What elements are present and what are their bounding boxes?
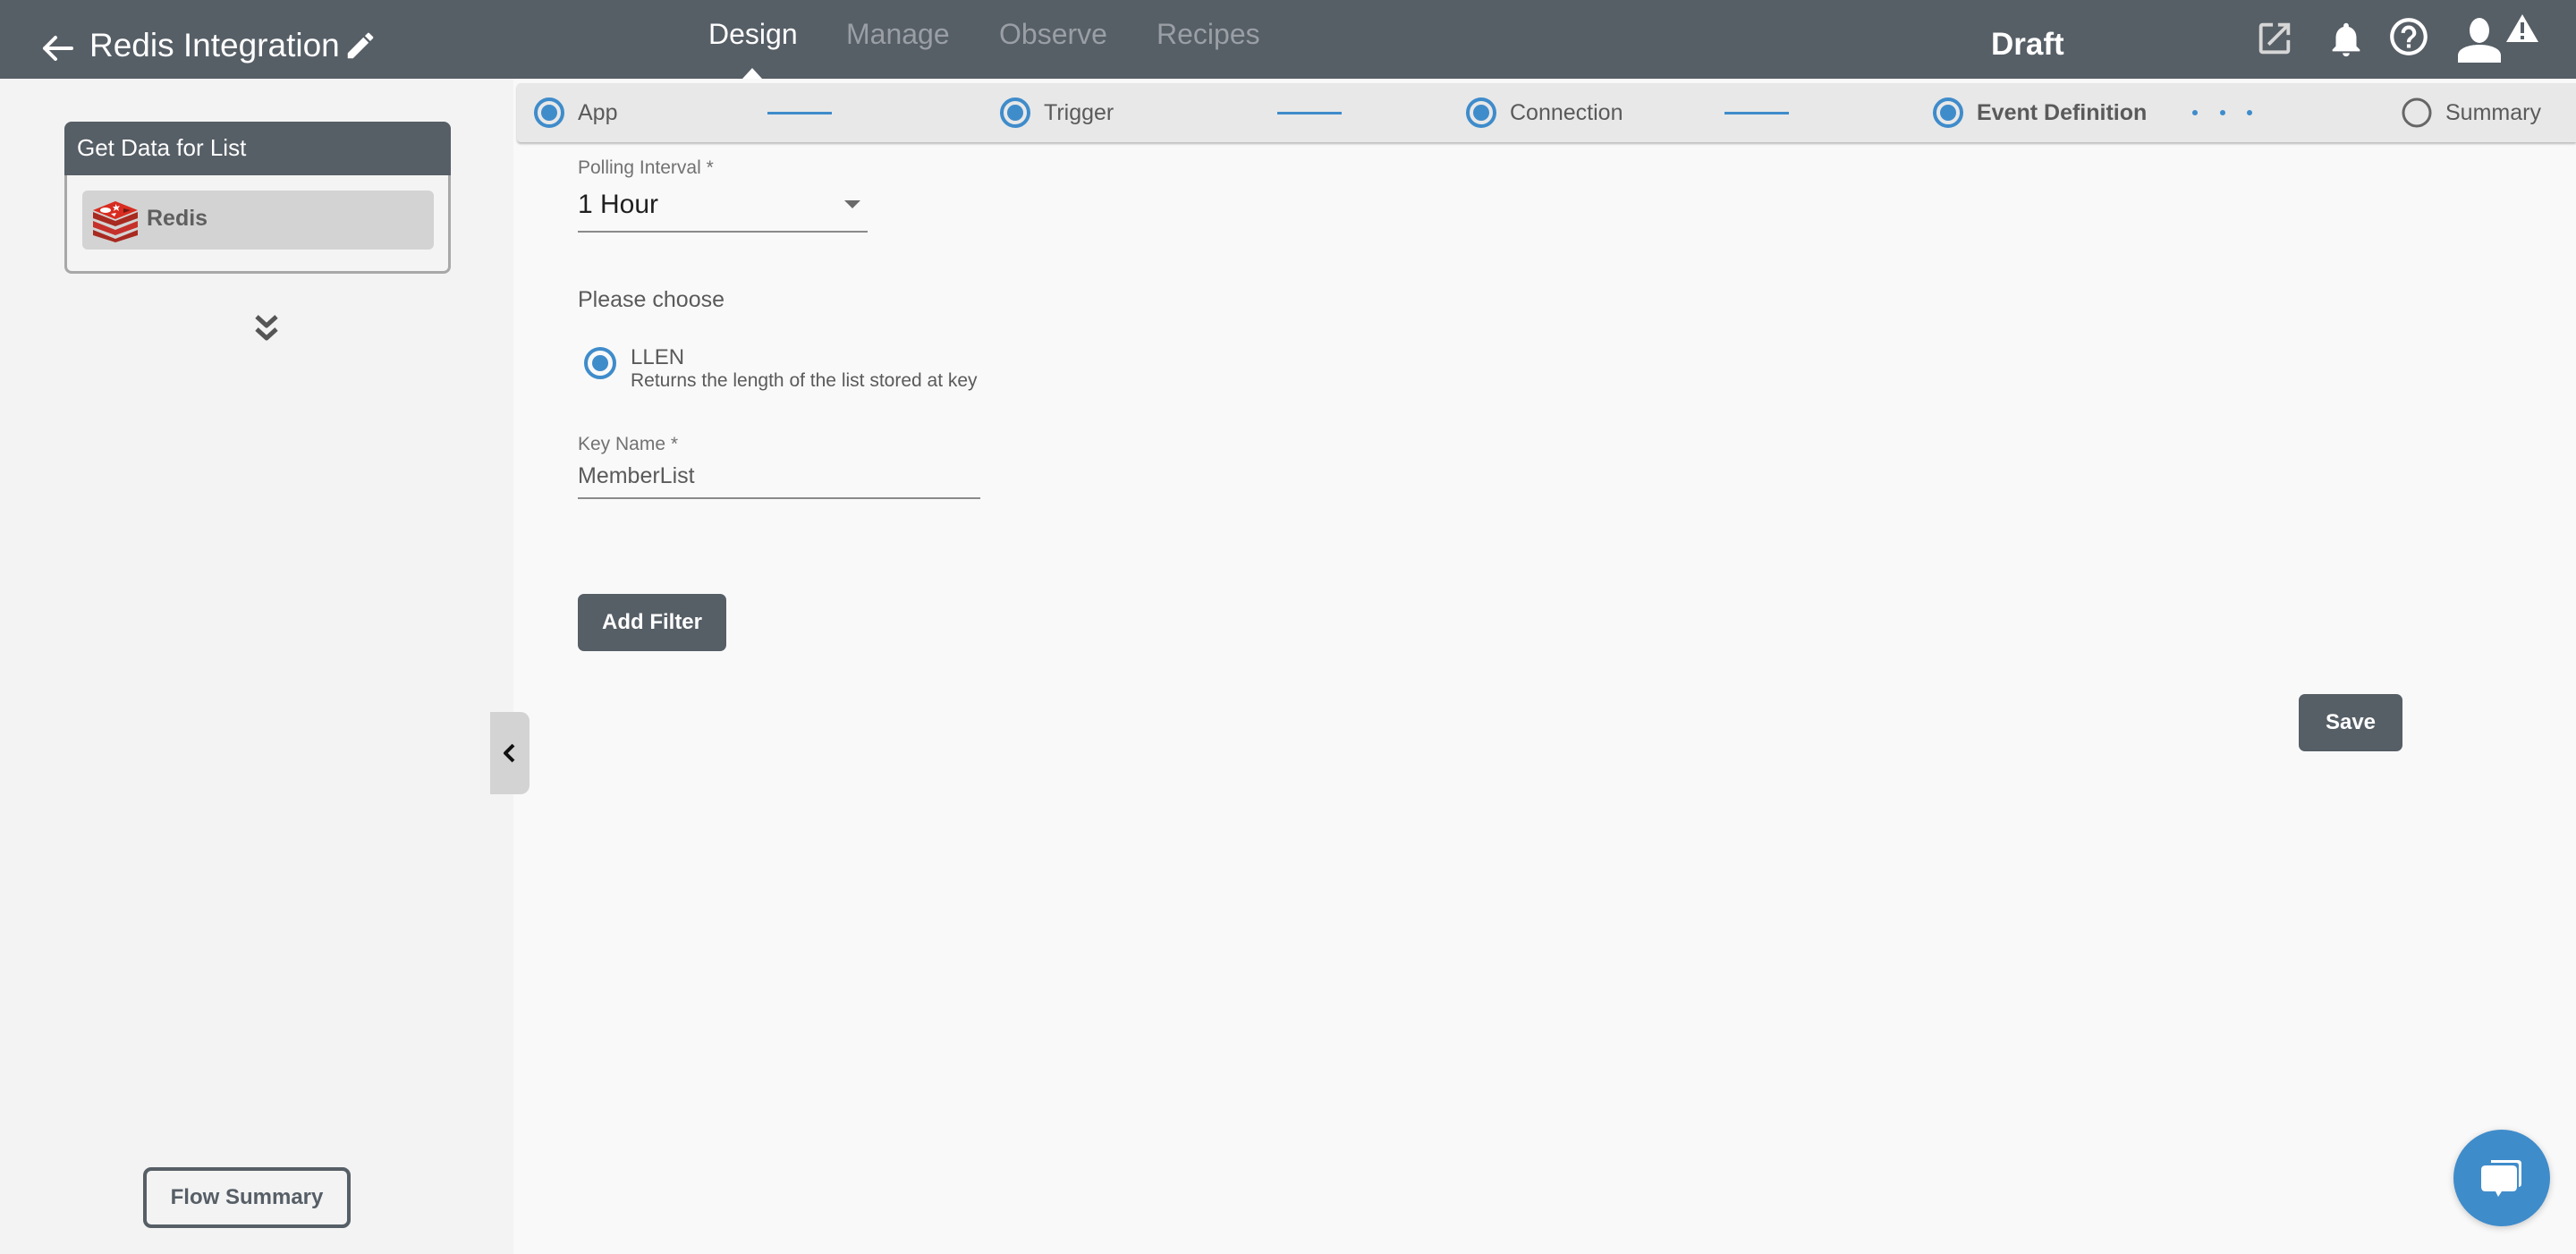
tab-design[interactable]: Design xyxy=(708,18,798,51)
tab-observe[interactable]: Observe xyxy=(999,18,1107,51)
step-label: Trigger xyxy=(1044,99,1114,125)
chat-bubbles-icon xyxy=(2481,1160,2521,1197)
polling-interval-label: Polling Interval * xyxy=(578,157,714,178)
step-connection[interactable]: Connection xyxy=(1465,83,1623,142)
key-name-label: Key Name * xyxy=(578,434,679,454)
app-title: Redis Integration xyxy=(89,27,340,64)
active-tab-indicator xyxy=(742,68,762,79)
chevron-left-icon xyxy=(504,743,515,763)
status-label: Draft xyxy=(1991,27,2064,62)
step-complete-icon xyxy=(1466,97,1496,128)
option-description: Returns the length of the list stored at… xyxy=(631,370,978,391)
step-trigger[interactable]: Trigger xyxy=(999,83,1114,142)
step-event-definition[interactable]: Event Definition xyxy=(1932,83,2147,142)
redis-logo-icon xyxy=(93,201,138,242)
step-connector-line xyxy=(1724,112,1789,114)
user-menu-button[interactable] xyxy=(2454,16,2504,63)
step-label: Event Definition xyxy=(1977,99,2148,125)
flow-card-body: Redis xyxy=(64,175,451,274)
step-complete-icon xyxy=(534,97,564,128)
expand-flow-button[interactable] xyxy=(254,313,279,345)
save-button[interactable]: Save xyxy=(2299,694,2402,751)
bell-icon xyxy=(2332,22,2360,57)
connector-item-redis[interactable]: Redis xyxy=(82,191,434,250)
tab-recipes[interactable]: Recipes xyxy=(1157,18,1260,51)
step-app[interactable]: App xyxy=(533,83,617,142)
warning-icon xyxy=(2506,14,2538,42)
warning-indicator[interactable] xyxy=(2504,13,2540,45)
step-label: App xyxy=(578,99,618,125)
connector-label: Redis xyxy=(147,206,208,231)
flow-card-header: Get Data for List xyxy=(64,122,451,175)
step-current-icon xyxy=(1933,97,1963,128)
help-icon xyxy=(2390,18,2428,55)
user-icon xyxy=(2458,18,2501,63)
back-button[interactable] xyxy=(39,32,75,64)
step-connector-line xyxy=(767,112,832,114)
option-llen[interactable]: LLEN Returns the length of the list stor… xyxy=(583,345,1084,399)
tab-manage[interactable]: Manage xyxy=(846,18,950,51)
collapse-sidebar-button[interactable] xyxy=(490,712,530,794)
wizard-stepper: App Trigger Connection Event Definition … xyxy=(517,83,2576,142)
option-label: LLEN xyxy=(631,345,685,369)
chat-support-button[interactable] xyxy=(2453,1130,2550,1226)
external-link-icon xyxy=(2258,22,2291,55)
notifications-button[interactable] xyxy=(2326,18,2367,61)
step-progress-dot xyxy=(2192,110,2198,115)
polling-interval-value: 1 Hour xyxy=(578,190,659,219)
top-header: Redis Integration Design Manage Observe … xyxy=(0,0,2576,79)
step-progress-dot xyxy=(2247,110,2252,115)
pencil-icon xyxy=(347,32,374,59)
open-external-button[interactable] xyxy=(2254,18,2295,59)
step-label: Connection xyxy=(1510,99,1623,125)
step-pending-icon xyxy=(2402,97,2432,128)
step-connector-line xyxy=(1277,112,1342,114)
key-name-input[interactable] xyxy=(578,454,980,499)
arrow-left-icon xyxy=(43,36,73,61)
flow-summary-button[interactable]: Flow Summary xyxy=(143,1167,351,1228)
step-progress-dot xyxy=(2220,110,2225,115)
flow-card-title: Get Data for List xyxy=(77,134,247,161)
help-button[interactable] xyxy=(2386,14,2431,59)
dropdown-caret-icon xyxy=(844,200,860,208)
main-content xyxy=(513,143,2576,1254)
step-label: Summary xyxy=(2445,99,2541,125)
choose-heading: Please choose xyxy=(578,287,725,312)
polling-interval-select[interactable]: 1 Hour xyxy=(578,179,868,233)
edit-title-button[interactable] xyxy=(343,29,377,63)
step-summary[interactable]: Summary xyxy=(2401,83,2541,142)
double-chevron-down-icon xyxy=(255,315,278,341)
add-filter-button[interactable]: Add Filter xyxy=(578,594,726,651)
radio-selected-icon[interactable] xyxy=(583,346,617,380)
flow-step-card[interactable]: Get Data for List Redis xyxy=(64,122,451,274)
step-complete-icon xyxy=(1000,97,1030,128)
